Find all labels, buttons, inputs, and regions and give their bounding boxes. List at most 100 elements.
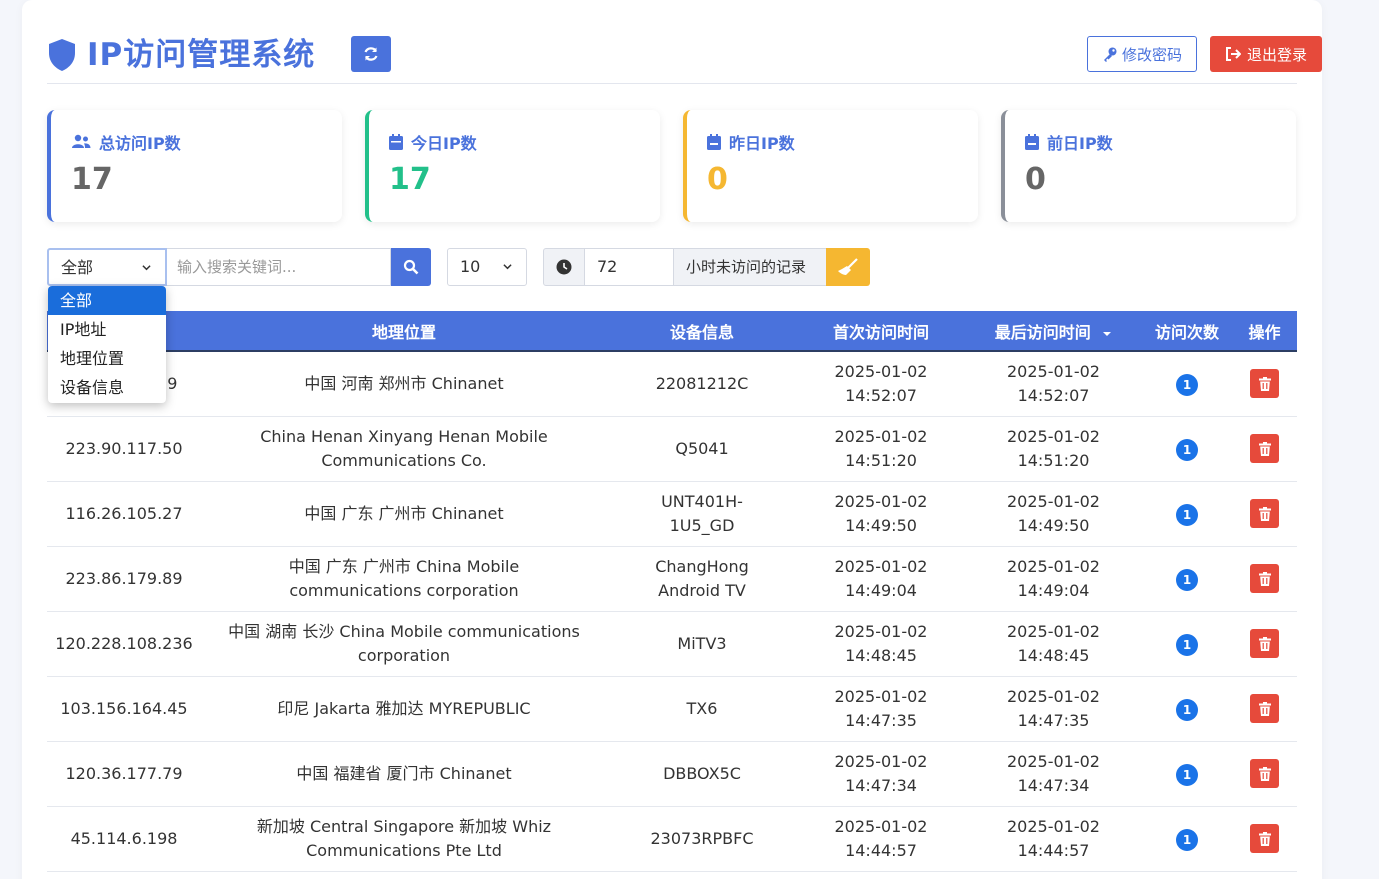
table-header-row: IP地址 地理位置 设备信息 首次访问时间 最后访问时间 访问次数 操作 [47, 311, 1297, 352]
dropdown-option-ip[interactable]: IP地址 [48, 315, 166, 344]
trash-icon [1258, 441, 1271, 456]
delete-button[interactable] [1250, 564, 1279, 593]
cell-location: 中国 福建省 厦门市 Chinanet [296, 763, 512, 783]
trash-icon [1258, 701, 1271, 716]
column-header-first-visit[interactable]: 首次访问时间 [797, 311, 965, 352]
refresh-button[interactable] [351, 36, 391, 72]
delete-button[interactable] [1250, 369, 1279, 399]
visit-count-badge: 1 [1176, 633, 1198, 656]
cell-ip: 120.36.177.79 [65, 763, 183, 783]
delete-button[interactable] [1250, 759, 1279, 788]
search-icon [403, 259, 419, 275]
last-visit-date: 2025-01-02 [1007, 816, 1100, 836]
last-visit-date: 2025-01-02 [1007, 491, 1100, 511]
cell-location: 中国 广东 广州市 China Mobile communications co… [288, 556, 520, 600]
page-header: IP访问管理系统 修改密码 退出登录 [47, 34, 1322, 84]
logout-label: 退出登录 [1246, 45, 1307, 64]
search-field-select[interactable]: 全部 [47, 248, 167, 286]
delete-button[interactable] [1250, 499, 1279, 528]
trash-icon [1258, 376, 1271, 391]
shield-icon [49, 39, 75, 71]
logout-button[interactable]: 退出登录 [1210, 36, 1322, 72]
cell-device: 23073RPBFC [650, 828, 754, 848]
cell-first-visit: 2025-01-02 14:47:35 [797, 676, 965, 741]
cell-first-visit: 2025-01-02 14:49:04 [797, 546, 965, 611]
cell-ip: 45.114.6.198 [70, 828, 178, 848]
trash-icon [1258, 571, 1271, 586]
cell-actions [1232, 351, 1297, 416]
column-header-count[interactable]: 访问次数 [1142, 311, 1232, 352]
column-header-last-visit[interactable]: 最后访问时间 [965, 311, 1142, 352]
cell-ip: 103.156.164.45 [60, 698, 188, 718]
cell-count: 1 [1142, 806, 1232, 871]
cell-count: 1 [1142, 741, 1232, 806]
cell-device: DBBOX5C [663, 763, 741, 783]
table-row: 223.90.117.50 China Henan Xinyang Henan M… [47, 416, 1297, 481]
cell-last-visit: 2025-01-02 14:47:34 [965, 741, 1142, 806]
sign-out-icon [1225, 47, 1241, 61]
first-visit-time: 14:49:04 [845, 580, 917, 600]
change-password-button[interactable]: 修改密码 [1087, 36, 1197, 72]
first-visit-date: 2025-01-02 [834, 556, 928, 576]
first-visit-date: 2025-01-02 [834, 686, 928, 706]
search-input[interactable]: 输入搜索关键词... [167, 248, 391, 286]
cell-device: UNT401H-1U5_GD [661, 491, 743, 535]
cell-device: Q5041 [675, 438, 729, 458]
search-button[interactable] [391, 248, 431, 286]
table-row: 103.156.164.45 印尼 Jakarta 雅加达 MYREPUBLIC T… [47, 676, 1297, 741]
cell-location: China Henan Xinyang Henan Mobile Communi… [260, 426, 548, 470]
cell-last-visit: 2025-01-02 14:44:57 [965, 806, 1142, 871]
clean-button[interactable] [826, 248, 870, 286]
cell-actions [1232, 741, 1297, 806]
cell-count: 1 [1142, 611, 1232, 676]
column-header-actions: 操作 [1232, 311, 1297, 352]
first-visit-date: 2025-01-02 [834, 621, 928, 641]
first-visit-time: 14:47:34 [845, 775, 917, 795]
cell-actions [1232, 416, 1297, 481]
cell-count: 1 [1142, 546, 1232, 611]
visit-count-badge: 1 [1176, 828, 1198, 851]
column-header-location[interactable]: 地理位置 [201, 311, 607, 352]
first-visit-date: 2025-01-02 [834, 491, 928, 511]
stat-value: 0 [1025, 162, 1046, 197]
ip-table: IP地址 地理位置 设备信息 首次访问时间 最后访问时间 访问次数 操作 119… [47, 311, 1297, 872]
cell-first-visit: 2025-01-02 14:48:45 [797, 611, 965, 676]
cell-first-visit: 2025-01-02 14:47:34 [797, 741, 965, 806]
stat-card-total: 总访问IP数 17 [47, 110, 342, 222]
refresh-icon [364, 47, 378, 61]
stat-label: 前日IP数 [1047, 134, 1113, 153]
per-page-select[interactable]: 10 [447, 248, 527, 286]
stat-value: 0 [707, 162, 728, 197]
clock-addon [543, 248, 585, 286]
column-header-device[interactable]: 设备信息 [607, 311, 797, 352]
last-visit-time: 14:49:04 [1017, 580, 1090, 600]
hours-label: 小时未访问的记录 [673, 248, 827, 286]
page-title: IP访问管理系统 [87, 37, 316, 73]
cell-location: 印尼 Jakarta 雅加达 MYREPUBLIC [277, 698, 531, 718]
cell-ip: 223.86.179.89 [65, 568, 183, 588]
cell-actions [1232, 676, 1297, 741]
dropdown-option-location[interactable]: 地理位置 [48, 344, 166, 373]
cell-location: 中国 广东 广州市 Chinanet [304, 503, 504, 523]
trash-icon [1258, 766, 1271, 781]
first-visit-date: 2025-01-02 [834, 751, 928, 771]
hours-input[interactable]: 72 [584, 248, 674, 286]
trash-icon [1258, 506, 1271, 521]
delete-button[interactable] [1250, 694, 1279, 723]
delete-button[interactable] [1250, 434, 1279, 463]
stat-value: 17 [389, 162, 431, 197]
cell-count: 1 [1142, 481, 1232, 546]
cell-first-visit: 2025-01-02 14:49:50 [797, 481, 965, 546]
delete-button[interactable] [1250, 824, 1279, 853]
dropdown-option-all[interactable]: 全部 [48, 286, 166, 315]
cell-actions [1232, 611, 1297, 676]
last-visit-date: 2025-01-02 [1007, 426, 1100, 446]
last-visit-time: 14:48:45 [1017, 645, 1090, 665]
last-visit-date: 2025-01-02 [1007, 361, 1100, 381]
table-row: 120.36.177.79 中国 福建省 厦门市 Chinanet DBBOX5C 2… [47, 741, 1297, 806]
cell-count: 1 [1142, 351, 1232, 416]
delete-button[interactable] [1250, 629, 1279, 658]
last-visit-date: 2025-01-02 [1007, 621, 1100, 641]
cell-actions [1232, 481, 1297, 546]
dropdown-option-device[interactable]: 设备信息 [48, 373, 166, 402]
